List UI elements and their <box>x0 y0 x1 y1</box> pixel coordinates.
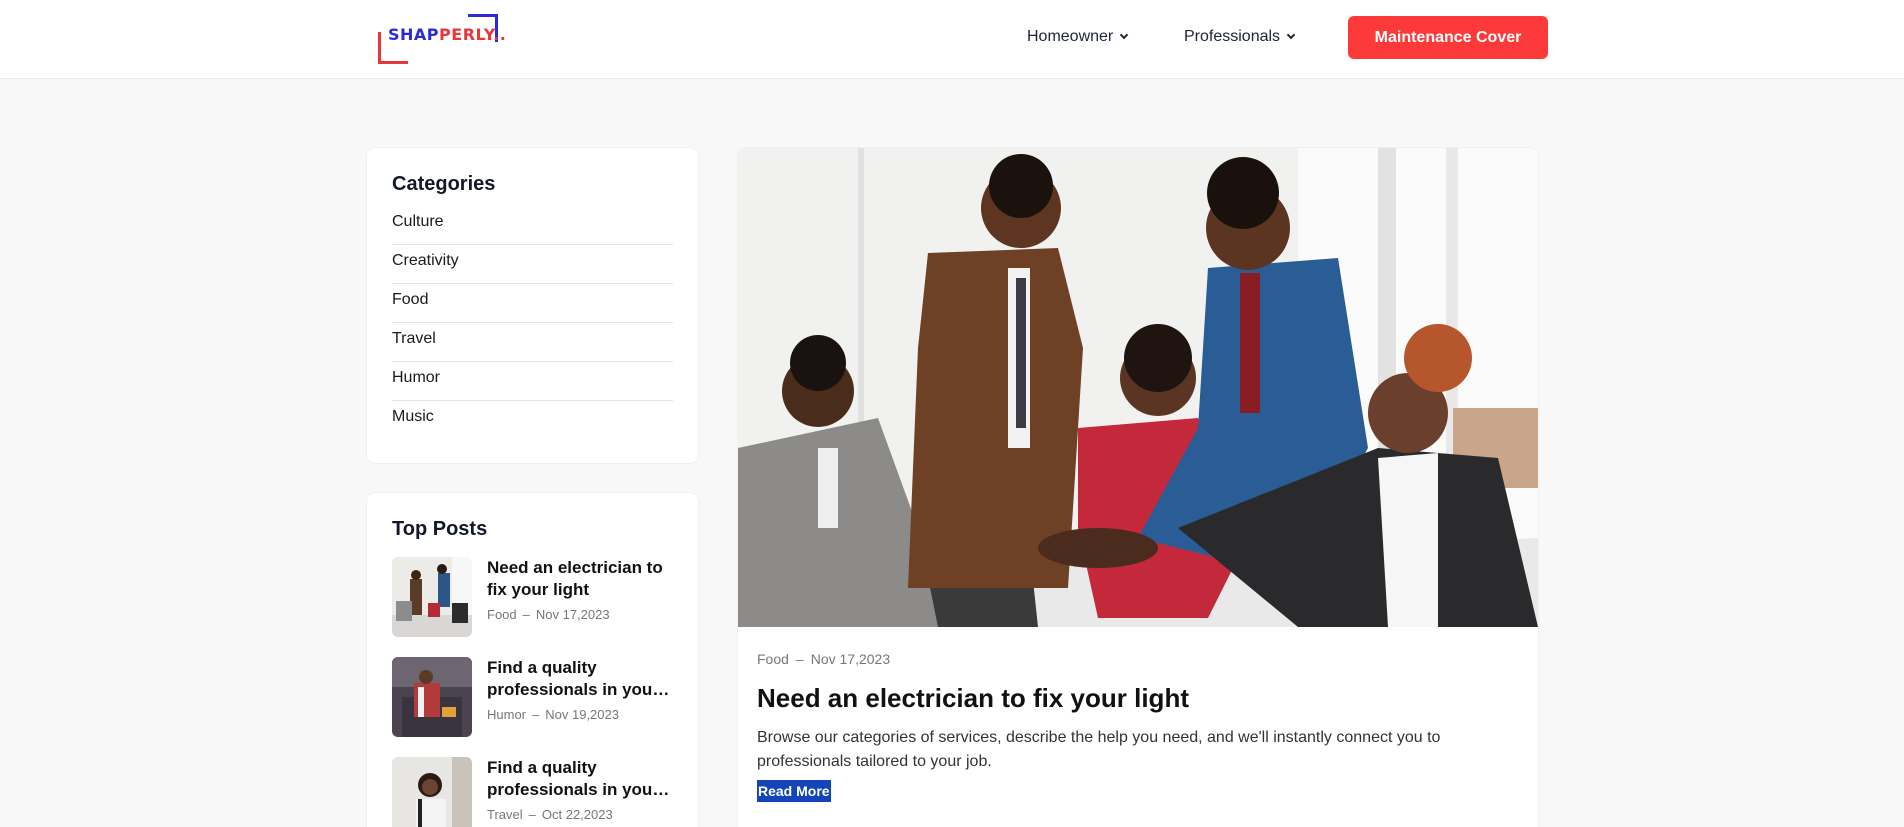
top-post-item[interactable]: Need an electrician to fix your light Fo… <box>392 557 673 637</box>
featured-post-date: Nov 17,2023 <box>810 651 891 667</box>
team-photo-illustration <box>738 148 1538 627</box>
nav-professionals[interactable]: Professionals <box>1184 28 1296 46</box>
top-post-item[interactable]: Find a quality professionals in your are… <box>392 657 673 737</box>
post-title[interactable]: Find a quality professionals in your are… <box>487 657 673 701</box>
top-post-item[interactable]: Find a quality professionals in your are… <box>392 757 673 827</box>
categories-list: Culture Creativity Food Travel Humor Mus… <box>392 206 673 440</box>
chevron-down-icon <box>1286 30 1296 40</box>
post-thumbnail[interactable] <box>392 557 472 637</box>
categories-heading: Categories <box>392 173 496 195</box>
nav-homeowner-label: Homeowner <box>1027 28 1114 45</box>
post-thumbnail[interactable] <box>392 757 472 827</box>
category-creativity[interactable]: Creativity <box>392 245 673 284</box>
post-category: Food <box>487 607 517 622</box>
post-meta: Food – Nov 17,2023 <box>487 607 673 622</box>
featured-image[interactable] <box>738 148 1538 627</box>
featured-post-body: Food – Nov 17,2023 Need an electrician to … <box>757 651 1517 802</box>
category-travel[interactable]: Travel <box>392 323 673 362</box>
category-food[interactable]: Food <box>392 284 673 323</box>
post-date: Nov 19,2023 <box>545 707 619 722</box>
category-culture[interactable]: Culture <box>392 206 673 245</box>
top-posts-card: Top Posts Need an electrician to fix you… <box>367 493 698 827</box>
logo-wordmark: SHAPPERLY.. <box>388 25 507 44</box>
post-meta: Travel – Oct 22,2023 <box>487 807 673 822</box>
nav-homeowner[interactable]: Homeowner <box>1027 28 1129 46</box>
top-posts-heading: Top Posts <box>392 518 488 540</box>
post-text: Find a quality professionals in your are… <box>487 757 673 827</box>
meta-separator: – <box>795 651 804 667</box>
featured-post-excerpt: Browse our categories of services, descr… <box>757 729 1441 770</box>
featured-post-meta: Food – Nov 17,2023 <box>757 651 1517 667</box>
read-more-link[interactable]: Read More <box>757 780 831 802</box>
post-meta: Humor – Nov 19,2023 <box>487 707 673 722</box>
post-thumbnail[interactable] <box>392 657 472 737</box>
categories-card: Categories Culture Creativity Food Trave… <box>367 148 698 463</box>
site-header: SHAPPERLY.. Homeowner Professionals Main… <box>0 0 1904 79</box>
featured-post-title[interactable]: Need an electrician to fix your light <box>757 683 1517 714</box>
featured-post-category[interactable]: Food <box>757 651 789 667</box>
meta-separator: – <box>528 807 536 822</box>
post-category: Humor <box>487 707 527 722</box>
featured-post-card: Food – Nov 17,2023 Need an electrician to … <box>738 148 1538 827</box>
meta-separator: – <box>532 707 540 722</box>
nav-professionals-label: Professionals <box>1184 28 1281 45</box>
post-date: Oct 22,2023 <box>541 807 613 822</box>
category-humor[interactable]: Humor <box>392 362 673 401</box>
post-text: Find a quality professionals in your are… <box>487 657 673 737</box>
post-text: Need an electrician to fix your light Fo… <box>487 557 673 637</box>
category-music[interactable]: Music <box>392 401 673 440</box>
post-date: Nov 17,2023 <box>535 607 610 622</box>
site-logo[interactable]: SHAPPERLY.. <box>378 14 506 64</box>
post-title[interactable]: Find a quality professionals in your are… <box>487 757 673 801</box>
post-title[interactable]: Need an electrician to fix your light <box>487 557 673 601</box>
chevron-down-icon <box>1120 30 1129 40</box>
maintenance-cover-button[interactable]: Maintenance Cover <box>1348 16 1548 59</box>
post-category: Travel <box>487 807 523 822</box>
meta-separator: – <box>522 607 530 622</box>
